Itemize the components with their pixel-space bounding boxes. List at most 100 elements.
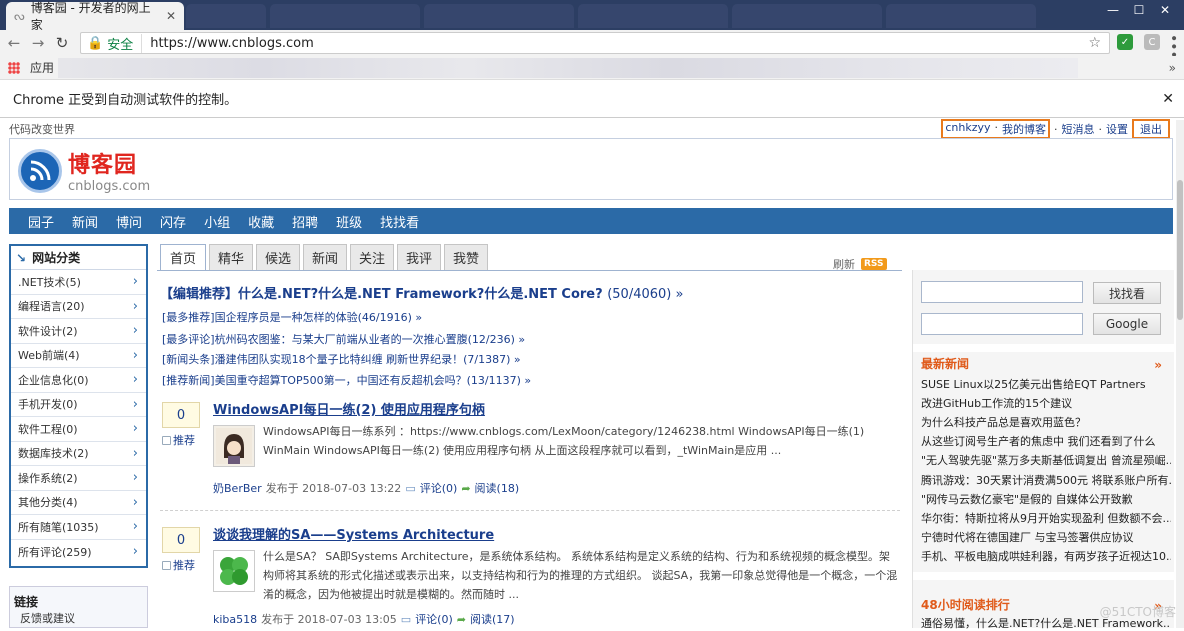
nav-item[interactable]: 闪存 (151, 212, 195, 231)
news-item[interactable]: 华尔街：特斯拉将从9月开始实现盈利 但数额不会... (921, 510, 1171, 526)
bookmarks-overflow-icon[interactable]: » (1169, 61, 1176, 75)
headline-link[interactable]: [推荐新闻]美国重夺超算TOP500第一，中国还有反超机会吗？(13/1137)… (162, 372, 531, 388)
back-icon[interactable]: ← (2, 34, 26, 52)
minimize-icon[interactable]: — (1100, 0, 1126, 20)
settings-link[interactable]: 设置 (1106, 121, 1128, 137)
headline-link[interactable]: [新闻头条]潘建伟团队实现18个量子比特纠缠 刷新世界纪录！(7/1387) » (162, 351, 521, 367)
browser-tab-background[interactable] (732, 4, 882, 28)
news-item[interactable]: 手机、平板电脑成哄娃利器，有两岁孩子近视达10... (921, 548, 1171, 564)
nav-item[interactable]: 新闻 (63, 212, 107, 231)
logout-link[interactable]: 退出 (1140, 121, 1162, 137)
page-scrollbar[interactable] (1176, 120, 1184, 628)
nav-item[interactable]: 博问 (107, 212, 151, 231)
bookmark-star-icon[interactable]: ☆ (1088, 35, 1101, 51)
browser-tab-background[interactable] (886, 4, 1036, 28)
tab-featured[interactable]: 精华 (209, 244, 253, 270)
category-item[interactable]: 软件工程(0) › (11, 417, 146, 442)
browser-tab-background[interactable] (578, 4, 728, 28)
close-window-icon[interactable]: ✕ (1152, 0, 1178, 20)
news-item[interactable]: "网传马云数亿豪宅"是假的 自媒体公开致歉 (921, 491, 1171, 507)
username-link[interactable]: cnhkzyy (945, 121, 990, 137)
category-item[interactable]: 所有评论(259) › (11, 540, 146, 565)
news-item[interactable]: 腾讯游戏：30天累计消费满500元 将联系账户所有... (921, 472, 1171, 488)
news-item[interactable]: "无人驾驶先驱"蒸万多夫斯基低调复出 曾流星殒崛... (921, 452, 1171, 468)
google-search-input[interactable] (921, 313, 1083, 335)
latest-news-more-icon[interactable]: » (1154, 358, 1162, 372)
reload-icon[interactable]: ↻ (50, 34, 74, 52)
author-link[interactable]: kiba518 (213, 613, 257, 626)
tab-my-comments[interactable]: 我评 (397, 244, 441, 270)
headline-link[interactable]: [最多推荐]国企程序员是一种怎样的体验(46/1916) » (162, 309, 422, 325)
rss-icon[interactable]: RSS (861, 258, 887, 270)
infobar-close-icon[interactable]: ✕ (1162, 91, 1174, 107)
read-icon: ➦ (461, 481, 471, 495)
comments-link[interactable]: 评论(0) (420, 480, 458, 496)
author-link[interactable]: 奶BerBer (213, 480, 262, 496)
author-avatar[interactable] (213, 425, 255, 467)
apps-label[interactable]: 应用 (30, 59, 54, 76)
category-item[interactable]: 软件设计(2) › (11, 319, 146, 344)
google-search-button[interactable]: Google (1093, 313, 1161, 335)
hot-reads-title[interactable]: 48小时阅读排行 (921, 596, 1010, 613)
tab-candidate[interactable]: 候选 (256, 244, 300, 270)
scrollbar-thumb[interactable] (1177, 180, 1183, 320)
apps-grid-icon[interactable] (8, 61, 20, 74)
shield-extension-icon[interactable]: ✓ (1117, 34, 1133, 50)
recommend-button[interactable]: 推荐 (162, 432, 200, 448)
post-title-link[interactable]: 谈谈我理解的SA——Systems Architecture (213, 524, 494, 543)
nav-item[interactable]: 招聘 (283, 212, 327, 231)
reads-link[interactable]: 阅读(18) (475, 480, 520, 496)
site-logo[interactable]: 博客园 cnblogs.com (18, 147, 150, 194)
tab-underline (157, 270, 902, 271)
headline-link[interactable]: [最多评论]杭州码农图鉴：与某大厂前端从业者的一次推心置腹(12/236) » (162, 331, 525, 347)
latest-news-title[interactable]: 最新新闻 (921, 355, 969, 372)
browser-tab[interactable]: ᔓ 博客园 - 开发者的网上家 ✕ (6, 1, 184, 32)
nav-item[interactable]: 班级 (327, 212, 371, 231)
tab-my-likes[interactable]: 我赞 (444, 244, 488, 270)
news-item[interactable]: 宁德时代将在德国建厂 与宝马签署供应协议 (921, 529, 1171, 545)
messages-link[interactable]: 短消息 (1062, 121, 1095, 137)
vote-count: 0 (162, 527, 200, 553)
category-item[interactable]: 操作系统(2) › (11, 466, 146, 491)
nav-item[interactable]: 收藏 (239, 212, 283, 231)
category-item[interactable]: Web前端(4) › (11, 344, 146, 368)
category-item[interactable]: 编程语言(20) › (11, 295, 146, 319)
category-item[interactable]: .NET技术(5) › (11, 270, 146, 295)
browser-tab-background[interactable] (270, 4, 420, 28)
secure-indicator[interactable]: 🔒 安全 (87, 33, 143, 53)
reads-link[interactable]: 阅读(17) (470, 611, 515, 627)
tab-following[interactable]: 关注 (350, 244, 394, 270)
maximize-icon[interactable]: ☐ (1126, 0, 1152, 20)
news-item[interactable]: 改进GitHub工作流的15个建议 (921, 395, 1171, 411)
nav-item[interactable]: 找找看 (371, 212, 428, 231)
author-avatar[interactable] (213, 550, 255, 592)
tab-home[interactable]: 首页 (160, 244, 206, 270)
news-item[interactable]: 为什么科技产品总是喜欢用蓝色？ (921, 414, 1171, 430)
site-search-button[interactable]: 找找看 (1093, 282, 1161, 304)
category-item[interactable]: 数据库技术(2) › (11, 442, 146, 466)
post-title-link[interactable]: WindowsAPI每日一练(2) 使用应用程序句柄 (213, 399, 485, 418)
tab-close-icon[interactable]: ✕ (166, 9, 176, 23)
tab-news[interactable]: 新闻 (303, 244, 347, 270)
main-nav: 园子 新闻 博问 闪存 小组 收藏 招聘 班级 找找看 (9, 208, 1173, 234)
category-item[interactable]: 所有随笔(1035) › (11, 515, 146, 540)
comments-link[interactable]: 评论(0) (415, 611, 453, 627)
refresh-link[interactable]: 刷新 (833, 256, 855, 272)
category-item[interactable]: 企业信息化(0) › (11, 368, 146, 393)
news-item[interactable]: 从这些订阅号生产者的焦虑中 我们还看到了什么 (921, 433, 1171, 449)
news-item[interactable]: SUSE Linux以25亿美元出售给EQT Partners (921, 376, 1171, 392)
nav-item[interactable]: 园子 (19, 212, 63, 231)
address-bar[interactable]: 🔒 安全 https://www.cnblogs.com ☆ (80, 32, 1110, 54)
feedback-link[interactable]: 反馈或建议 (14, 612, 75, 625)
recommend-button[interactable]: 推荐 (162, 557, 200, 573)
category-item[interactable]: 手机开发(0) › (11, 393, 146, 417)
browser-tab-background[interactable] (186, 4, 266, 28)
forward-icon[interactable]: → (26, 34, 50, 52)
my-blog-link[interactable]: 我的博客 (1002, 121, 1046, 137)
nav-item[interactable]: 小组 (195, 212, 239, 231)
extension-c-icon[interactable]: C (1144, 34, 1160, 50)
editor-pick[interactable]: 【编辑推荐】什么是.NET?什么是.NET Framework?什么是.NET … (160, 283, 683, 302)
site-search-input[interactable] (921, 281, 1083, 303)
category-item[interactable]: 其他分类(4) › (11, 491, 146, 515)
browser-tab-background[interactable] (424, 4, 574, 28)
